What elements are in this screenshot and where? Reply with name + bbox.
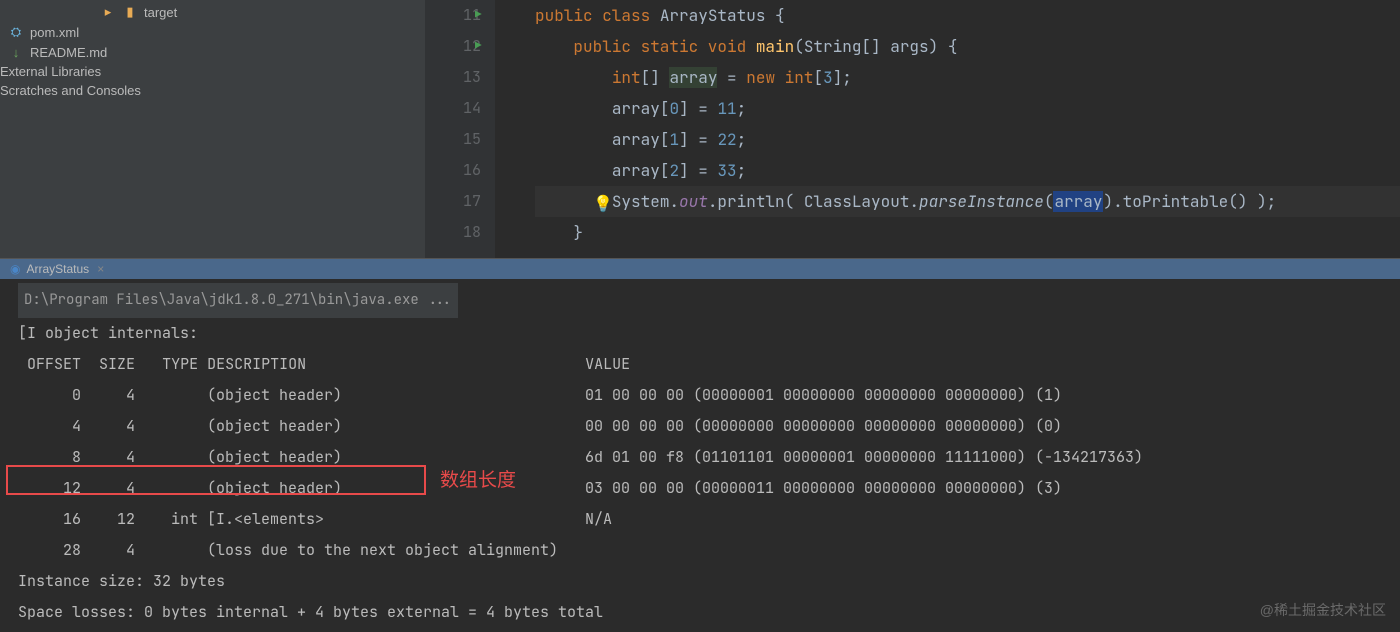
output-row: 16 12 int [I.<elements> N/A [18, 504, 1382, 535]
tree-item-external-libs[interactable]: External Libraries [0, 62, 425, 81]
code-line[interactable]: public static void main(String[] args) { [535, 31, 1400, 62]
code-line[interactable]: public class ArrayStatus { [535, 0, 1400, 31]
run-tab[interactable]: ◉ ArrayStatus × [0, 259, 1400, 279]
code-line[interactable]: System.out.println( ClassLayout.parseIns… [535, 186, 1400, 217]
output-line: Instance size: 32 bytes [18, 566, 1382, 597]
line-number: 18 [463, 222, 481, 242]
code-line[interactable]: int[] array = new int[3]; [535, 62, 1400, 93]
run-tool-window: ◉ ArrayStatus × D:\Program Files\Java\jd… [0, 258, 1400, 632]
run-icon[interactable]: ▶ [475, 0, 482, 31]
output-line: [I object internals: [18, 318, 1382, 349]
tree-item-target[interactable]: ▸ ▮ target [0, 2, 425, 22]
tree-item-pom[interactable]: ⛭ pom.xml [0, 22, 425, 42]
run-icon[interactable]: ▶ [475, 31, 482, 62]
tree-item-label: target [144, 5, 177, 20]
intention-bulb-icon[interactable]: 💡 [593, 188, 613, 219]
watermark: @稀土掘金技术社区 [1260, 600, 1386, 620]
line-number: 15 [463, 129, 481, 149]
close-icon[interactable]: × [97, 262, 104, 276]
tree-item-label: pom.xml [30, 25, 79, 40]
code-line[interactable]: array[1] = 22; [535, 124, 1400, 155]
line-number: 17 [463, 191, 481, 211]
code-line[interactable]: array[0] = 11; [535, 93, 1400, 124]
gutter[interactable]: 11▶ 12▶ 13 14 15 16 17 18 [425, 0, 495, 258]
markdown-file-icon: ↓ [8, 44, 24, 60]
line-number: 14 [463, 98, 481, 118]
output-row: 8 4 (object header) 6d 01 00 f8 (0110110… [18, 442, 1382, 473]
run-tab-label: ArrayStatus [26, 262, 89, 276]
tree-item-label: README.md [30, 45, 107, 60]
editor-content[interactable]: 💡 public class ArrayStatus { public stat… [495, 0, 1400, 258]
line-number: 16 [463, 160, 481, 180]
chevron-icon: ▸ [100, 4, 116, 20]
java-class-icon: ◉ [10, 262, 20, 276]
folder-icon: ▮ [122, 4, 138, 20]
output-columns: OFFSET SIZE TYPE DESCRIPTION VALUE [18, 349, 1382, 380]
tree-item-label: Scratches and Consoles [0, 83, 141, 98]
code-line[interactable]: array[2] = 33; [535, 155, 1400, 186]
annotation-label: 数组长度 [440, 465, 516, 496]
output-row: 0 4 (object header) 01 00 00 00 (0000000… [18, 380, 1382, 411]
code-editor[interactable]: 11▶ 12▶ 13 14 15 16 17 18 💡 public class… [425, 0, 1400, 258]
project-tree[interactable]: ▸ ▮ target ⛭ pom.xml ↓ README.md Externa… [0, 0, 425, 258]
code-line[interactable]: } [535, 217, 1400, 248]
xml-file-icon: ⛭ [8, 24, 24, 40]
output-row: 12 4 (object header) 03 00 00 00 (000000… [18, 473, 1382, 504]
output-row: 28 4 (loss due to the next object alignm… [18, 535, 1382, 566]
output-line: Space losses: 0 bytes internal + 4 bytes… [18, 597, 1382, 628]
tree-item-label: External Libraries [0, 64, 101, 79]
tree-item-readme[interactable]: ↓ README.md [0, 42, 425, 62]
line-number: 13 [463, 67, 481, 87]
tree-item-scratches[interactable]: Scratches and Consoles [0, 81, 425, 100]
output-row: 4 4 (object header) 00 00 00 00 (0000000… [18, 411, 1382, 442]
exec-command: D:\Program Files\Java\jdk1.8.0_271\bin\j… [18, 283, 458, 318]
console-output[interactable]: D:\Program Files\Java\jdk1.8.0_271\bin\j… [0, 279, 1400, 632]
